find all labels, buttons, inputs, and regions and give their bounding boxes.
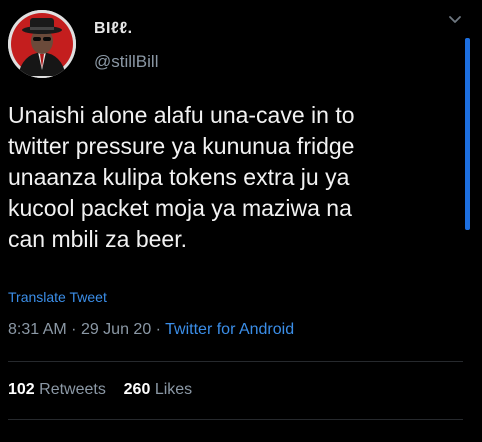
retweets-count: 102 [8,381,35,398]
tweet-text-line: twitter pressure ya kununua fridge [8,133,355,159]
tweet-text: Unaishi alone alafu una-cave in to twitt… [8,100,463,255]
user-handle[interactable]: @stillBill [94,52,158,72]
tweet-meta: 8:31 AM · 29 Jun 20 · Twitter for Androi… [8,321,294,339]
tweet-text-line: kucool packet moja ya maziwa na [8,195,352,221]
retweets-label: Retweets [39,381,106,398]
scrollbar[interactable] [465,38,470,230]
tweet-date[interactable]: 29 Jun 20 [81,321,151,338]
tweet-card: BIℓℓ. @stillBill Unaishi alone alafu una… [0,0,482,442]
likes-count: 260 [123,381,151,398]
tweet-text-line: unaanza kulipa tokens extra ju ya [8,164,350,190]
tweet-time[interactable]: 8:31 AM [8,321,67,338]
avatar[interactable] [8,10,76,78]
retweets-stat[interactable]: 102 Retweets [8,381,110,398]
display-name[interactable]: BIℓℓ. [94,20,133,38]
tweet-text-line: can mbili za beer. [8,226,187,252]
tweet-header: BIℓℓ. @stillBill [8,10,448,80]
meta-separator: · [71,321,77,338]
divider [8,419,463,420]
likes-label: Likes [154,381,193,398]
avatar-image [8,10,76,78]
tweet-source-link[interactable]: Twitter for Android [165,321,294,338]
tweet-stats: 102 Retweets 260 Likes [8,381,192,399]
chevron-down-icon[interactable] [445,10,465,30]
translate-tweet-link[interactable]: Translate Tweet [8,289,107,305]
tweet-text-line: Unaishi alone alafu una-cave in to [8,102,355,128]
divider [8,361,463,362]
likes-stat[interactable]: 260 Likes [124,381,193,398]
meta-separator: · [155,321,161,338]
